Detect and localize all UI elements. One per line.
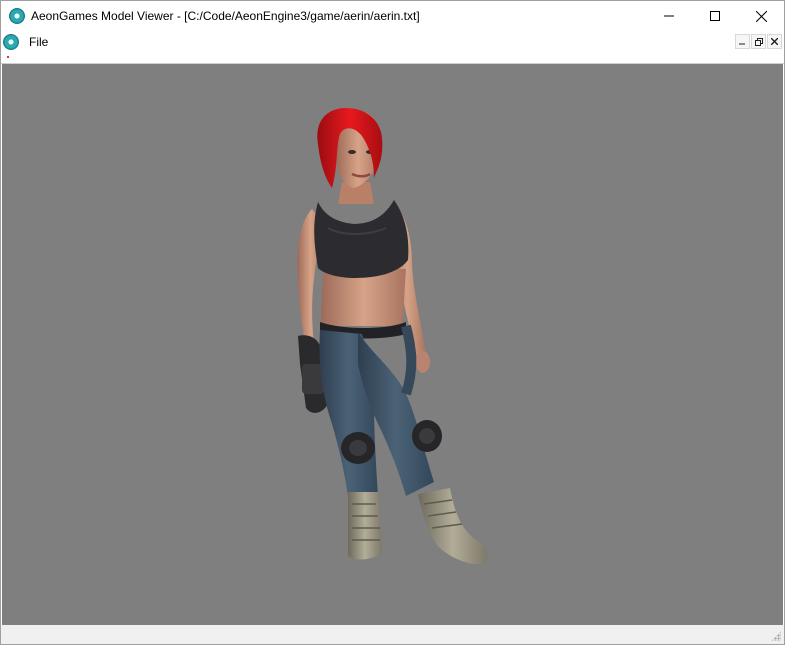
mdi-close-button[interactable] [767, 34, 782, 49]
3d-viewport[interactable] [2, 64, 783, 625]
minimize-icon [664, 15, 674, 17]
status-bar [1, 625, 784, 644]
caption-buttons [646, 1, 784, 31]
close-icon [771, 38, 778, 45]
close-button[interactable] [738, 1, 784, 31]
mdi-minimize-button[interactable] [735, 34, 750, 49]
right-boot [418, 488, 488, 565]
sports-top [314, 200, 409, 278]
resize-grip[interactable] [771, 631, 781, 641]
close-icon [755, 10, 767, 22]
title-bar[interactable]: AeonGames Model Viewer - [C:/Code/AeonEn… [1, 1, 784, 31]
strip-marker [7, 56, 9, 58]
maximize-icon [710, 11, 720, 21]
minimize-icon [739, 43, 745, 45]
mdi-controls [735, 34, 782, 49]
toolbar-strip [1, 53, 784, 64]
maximize-button[interactable] [692, 1, 738, 31]
menu-bar: File [1, 31, 784, 53]
restore-icon [754, 37, 763, 46]
character-model [297, 108, 488, 565]
minimize-button[interactable] [646, 1, 692, 31]
right-hand [416, 351, 430, 373]
aeon-logo-icon[interactable] [3, 34, 19, 50]
mdi-restore-button[interactable] [751, 34, 766, 49]
aeon-logo-icon [9, 8, 25, 24]
menu-file[interactable]: File [27, 33, 50, 51]
app-window: AeonGames Model Viewer - [C:/Code/AeonEn… [0, 0, 785, 645]
window-title: AeonGames Model Viewer - [C:/Code/AeonEn… [31, 9, 420, 23]
left-boot [348, 492, 382, 560]
